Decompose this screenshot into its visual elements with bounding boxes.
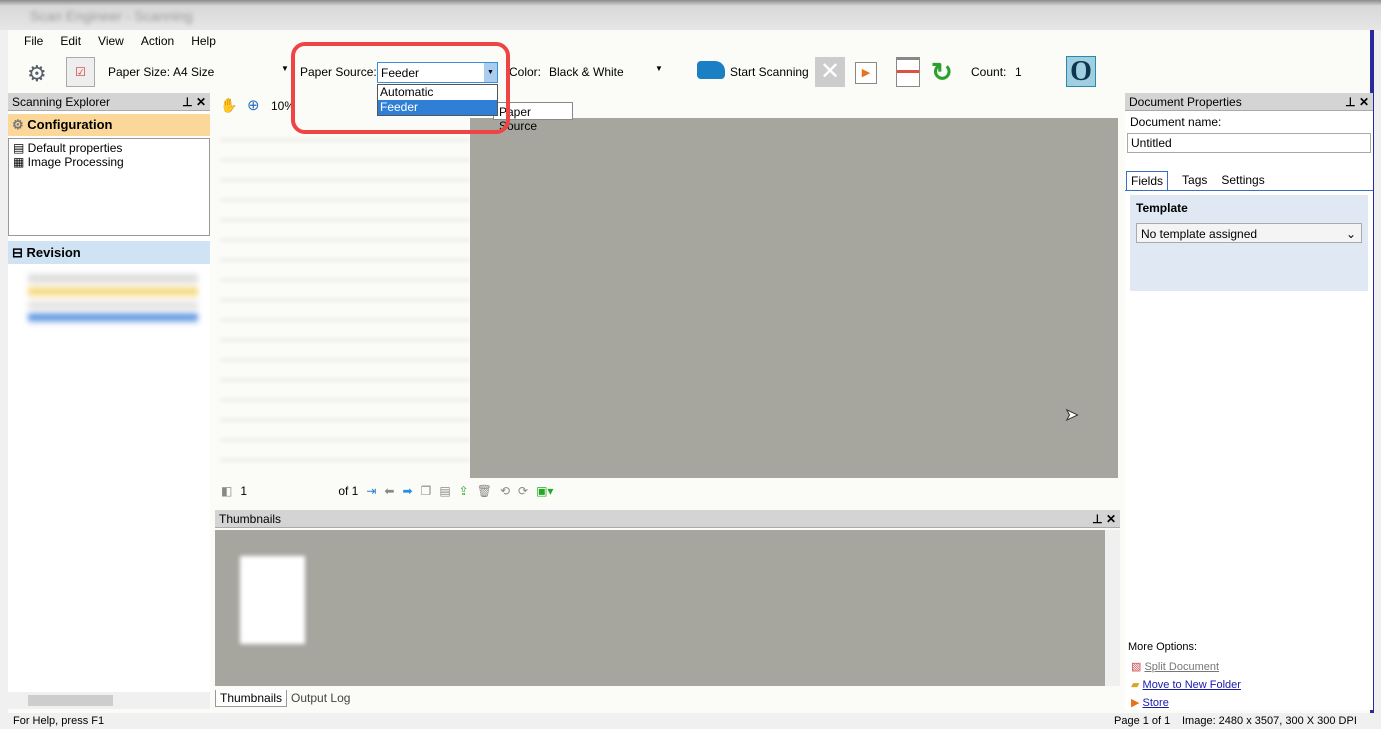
cancel-x-icon[interactable]: ✕ [815, 57, 845, 87]
template-section: Template No template assigned ⌄ [1130, 195, 1368, 291]
tab-fields[interactable]: Fields [1126, 171, 1169, 190]
pin-close-icon[interactable]: ⊥ ✕ [1092, 510, 1116, 528]
next-page-icon[interactable]: ⇥ [366, 484, 376, 498]
store-icon[interactable]: ▶ [855, 62, 877, 84]
status-image: Image: 2480 x 3507, 300 X 300 DPI [1182, 715, 1357, 727]
page-input[interactable]: 1 [240, 484, 330, 498]
revision-tree-blurred [28, 274, 198, 344]
highlight-box [291, 42, 510, 134]
ocr-logo-icon[interactable]: O [1066, 56, 1096, 87]
settings-gear-icon[interactable]: ⚙ [27, 61, 47, 87]
zoom-in-icon[interactable]: ⊕ [247, 96, 260, 114]
folder-icon: ▰ [1131, 679, 1140, 691]
color-label: Color: [509, 65, 542, 79]
bottom-tabs: Thumbnails Output Log [215, 690, 354, 707]
panel-title: Thumbnails [219, 512, 282, 526]
color-select[interactable]: Black & White [549, 65, 624, 79]
template-select[interactable]: No template assigned ⌄ [1136, 223, 1362, 243]
scanner-icon[interactable] [697, 61, 725, 79]
revision-label: Revision [26, 245, 81, 260]
move-to-new-folder-link[interactable]: Move to New Folder [1143, 679, 1241, 691]
status-page: Page 1 of 1 [1114, 715, 1171, 727]
document-page-preview [220, 121, 470, 476]
rotate-left-icon[interactable]: ⟲ [500, 484, 510, 498]
more-options-links: ▧ Split Document ▰ Move to New Folder ▶ … [1131, 658, 1241, 712]
list-item[interactable]: ▦ Image Processing [13, 155, 205, 169]
menu-help[interactable]: Help [191, 34, 216, 48]
split-icon: ▧ [1131, 661, 1142, 673]
panel-title: Scanning Explorer [12, 95, 111, 109]
count-value: 1 [1015, 65, 1022, 79]
hand-pan-icon[interactable]: ✋ [220, 97, 237, 114]
first-page-icon[interactable]: ◧ [221, 484, 232, 498]
gear-icon: ⚙ [12, 117, 24, 132]
item-label: Image Processing [27, 155, 124, 169]
rotate-right-icon[interactable]: ⟳ [518, 484, 528, 498]
window-title: Scan Engineer - Scanning [30, 8, 193, 24]
scanning-explorer-panel: Scanning Explorer ⊥ ✕ ⚙ Configuration ▤ D… [8, 93, 210, 693]
template-label: Template [1136, 201, 1188, 215]
chevron-down-icon[interactable]: ▼ [281, 64, 289, 73]
paper-size-label: Paper Size: [108, 65, 171, 79]
list-item[interactable]: ▤ Default properties [13, 141, 205, 155]
mouse-cursor: ➤ [1064, 407, 1079, 425]
tab-thumbnails[interactable]: Thumbnails [215, 690, 288, 707]
configuration-header[interactable]: ⚙ Configuration [8, 114, 210, 136]
chevron-down-icon: ⌄ [1345, 227, 1356, 241]
status-help: For Help, press F1 [13, 715, 105, 727]
arrow-right-icon[interactable]: ➡ [402, 484, 412, 498]
panel-header: Thumbnails ⊥ ✕ [215, 510, 1120, 528]
image-view-icon[interactable]: ▣▾ [536, 484, 553, 498]
thumbnail-area [215, 530, 1105, 686]
paper-size-select[interactable]: A4 Size [173, 65, 214, 79]
document-name-label: Document name: [1130, 115, 1222, 129]
title-bar: Scan Engineer - Scanning [0, 0, 1381, 30]
status-bar: For Help, press F1 Page 1 of 1 Image: 24… [8, 713, 1374, 729]
panel-header: Document Properties ⊥ ✕ [1125, 93, 1373, 111]
configuration-list: ▤ Default properties ▦ Image Processing [8, 138, 210, 236]
thumbnails-panel: Thumbnails ⊥ ✕ [215, 510, 1120, 688]
configuration-label: Configuration [27, 117, 113, 132]
store-icon: ▶ [1131, 697, 1140, 709]
menu-edit[interactable]: Edit [60, 34, 81, 48]
menu-file[interactable]: File [24, 34, 43, 48]
panel-header: Scanning Explorer ⊥ ✕ [8, 93, 210, 111]
vertical-scrollbar[interactable] [1105, 530, 1120, 686]
menu-bar: File Edit View Action Help [24, 34, 216, 48]
tab-tags[interactable]: Tags [1182, 171, 1207, 190]
template-value: No template assigned [1141, 227, 1258, 241]
chevron-down-icon[interactable]: ▼ [655, 64, 663, 73]
item-label: Default properties [27, 141, 123, 155]
refresh-icon[interactable]: ↻ [931, 57, 953, 88]
thumbnail-page[interactable] [240, 556, 305, 644]
split-document-link[interactable]: Split Document [1144, 661, 1219, 673]
pin-close-icon[interactable]: ⊥ ✕ [182, 93, 206, 111]
document-name-input[interactable]: Untitled [1127, 133, 1371, 153]
count-label: Count: [971, 65, 1007, 79]
page-nav-bar: ◧ 1 of 1 ⇥ ⬅ ➡ ❐ ▤ ⇪ 🗑 ⟲ ⟳ ▣▾ [215, 480, 1120, 502]
horizontal-scrollbar[interactable] [8, 692, 210, 709]
page-split-icon[interactable] [896, 57, 920, 87]
revision-header[interactable]: ⊟ Revision [8, 241, 210, 264]
store-link[interactable]: Store [1143, 697, 1169, 709]
image-canvas [470, 118, 1118, 478]
menu-view[interactable]: View [98, 34, 124, 48]
page-icon[interactable]: ▤ [439, 484, 450, 498]
more-options-label: More Options: [1128, 641, 1198, 653]
checklist-icon[interactable]: ☑ [66, 57, 95, 87]
tab-strip: Fields Tags Settings [1125, 171, 1373, 191]
arrow-left-icon[interactable]: ⬅ [384, 484, 394, 498]
tab-settings[interactable]: Settings [1221, 171, 1264, 190]
start-scanning-button[interactable]: Start Scanning [730, 65, 809, 79]
image-viewer: ✋ ⊕ 10% ➤ ◧ 1 of 1 ⇥ ⬅ ➡ ❐ ▤ ⇪ 🗑 ⟲ ⟳ ▣▾ [215, 93, 1120, 505]
tab-output-log[interactable]: Output Log [287, 690, 354, 707]
move-folder-icon[interactable]: ⇪ [459, 484, 469, 498]
pin-close-icon[interactable]: ⊥ ✕ [1345, 93, 1369, 111]
page-of-label: of 1 [338, 484, 359, 498]
copy-page-icon[interactable]: ❐ [421, 484, 432, 498]
menu-action[interactable]: Action [141, 34, 174, 48]
panel-title: Document Properties [1129, 95, 1242, 109]
document-properties-panel: Document Properties ⊥ ✕ Document name: Un… [1125, 93, 1373, 710]
delete-icon[interactable]: 🗑 [477, 484, 492, 498]
